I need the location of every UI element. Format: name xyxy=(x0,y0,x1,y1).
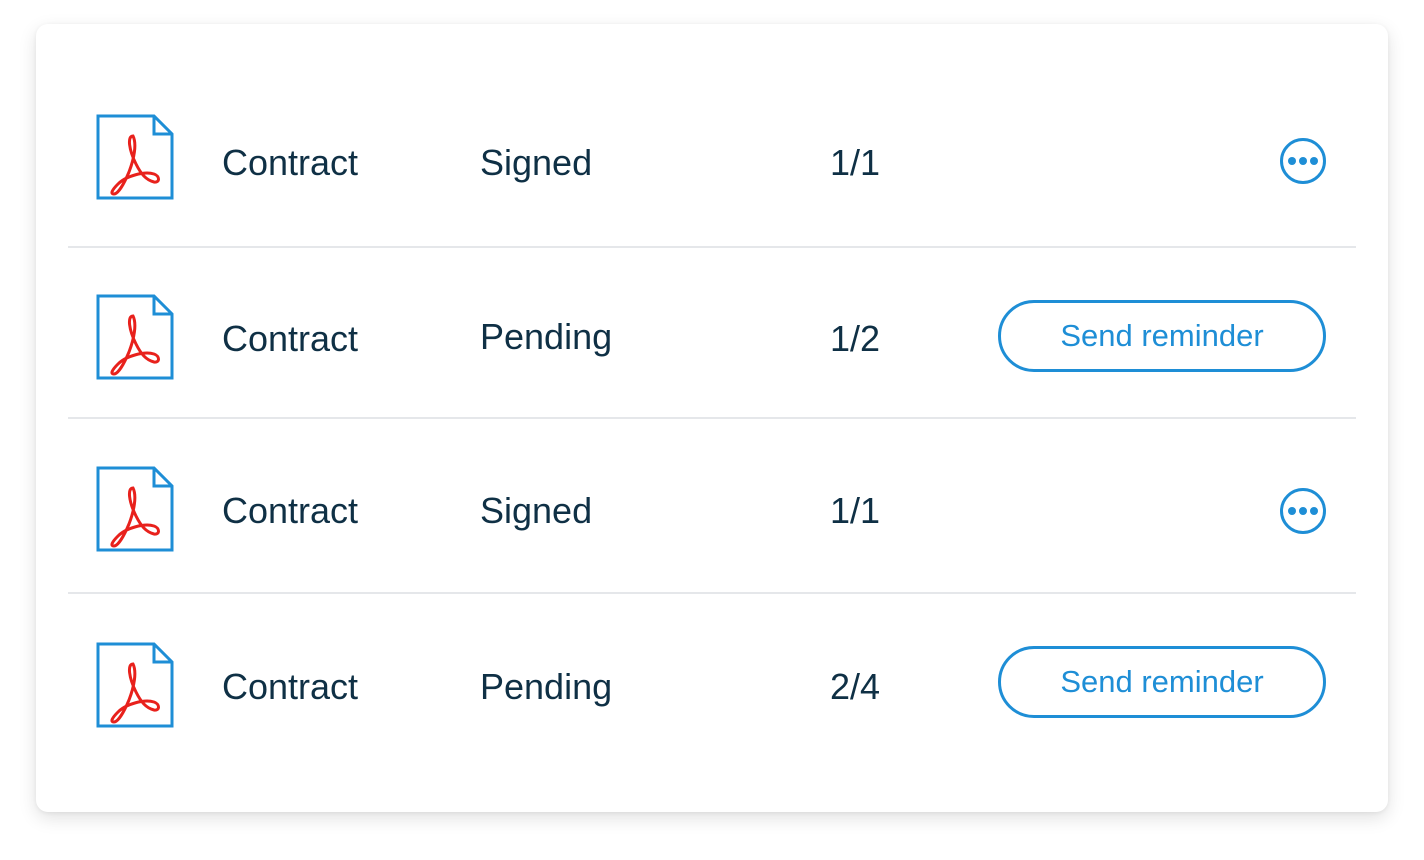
signature-count: 1/2 xyxy=(830,318,881,359)
dot xyxy=(1310,157,1318,165)
document-status: Signed xyxy=(480,142,593,183)
dot xyxy=(1288,507,1296,515)
document-status: Signed xyxy=(480,490,593,531)
dot xyxy=(1299,157,1307,165)
more-options-icon[interactable] xyxy=(1280,488,1326,534)
pdf-file-icon xyxy=(96,114,174,200)
document-row[interactable]: Contract Pending 2/4 Send reminder xyxy=(68,628,1356,742)
document-status: Pending xyxy=(480,316,613,357)
pdf-file-icon xyxy=(96,294,174,380)
document-name: Contract xyxy=(222,142,359,183)
signature-count: 1/1 xyxy=(830,490,881,531)
pdf-file-icon xyxy=(96,642,174,728)
document-row[interactable]: Contract Signed 1/1 xyxy=(68,452,1356,566)
signature-count: 1/1 xyxy=(830,142,881,183)
more-options-icon[interactable] xyxy=(1280,138,1326,184)
send-reminder-button[interactable]: Send reminder xyxy=(998,300,1326,372)
send-reminder-button[interactable]: Send reminder xyxy=(998,646,1326,718)
documents-list: Contract Signed 1/1 Contract Pending 1/2… xyxy=(68,24,1356,812)
row-divider xyxy=(68,246,1356,248)
dot xyxy=(1299,507,1307,515)
signature-count: 2/4 xyxy=(830,666,881,707)
row-divider xyxy=(68,592,1356,594)
document-row[interactable]: Contract Pending 1/2 Send reminder xyxy=(68,280,1356,394)
document-name: Contract xyxy=(222,318,359,359)
dot xyxy=(1310,507,1318,515)
pdf-file-icon xyxy=(96,466,174,552)
document-name: Contract xyxy=(222,666,359,707)
dot xyxy=(1288,157,1296,165)
document-status: Pending xyxy=(480,666,613,707)
documents-card: Contract Signed 1/1 Contract Pending 1/2… xyxy=(36,24,1388,812)
row-divider xyxy=(68,417,1356,419)
document-row[interactable]: Contract Signed 1/1 xyxy=(68,104,1356,218)
document-name: Contract xyxy=(222,490,359,531)
